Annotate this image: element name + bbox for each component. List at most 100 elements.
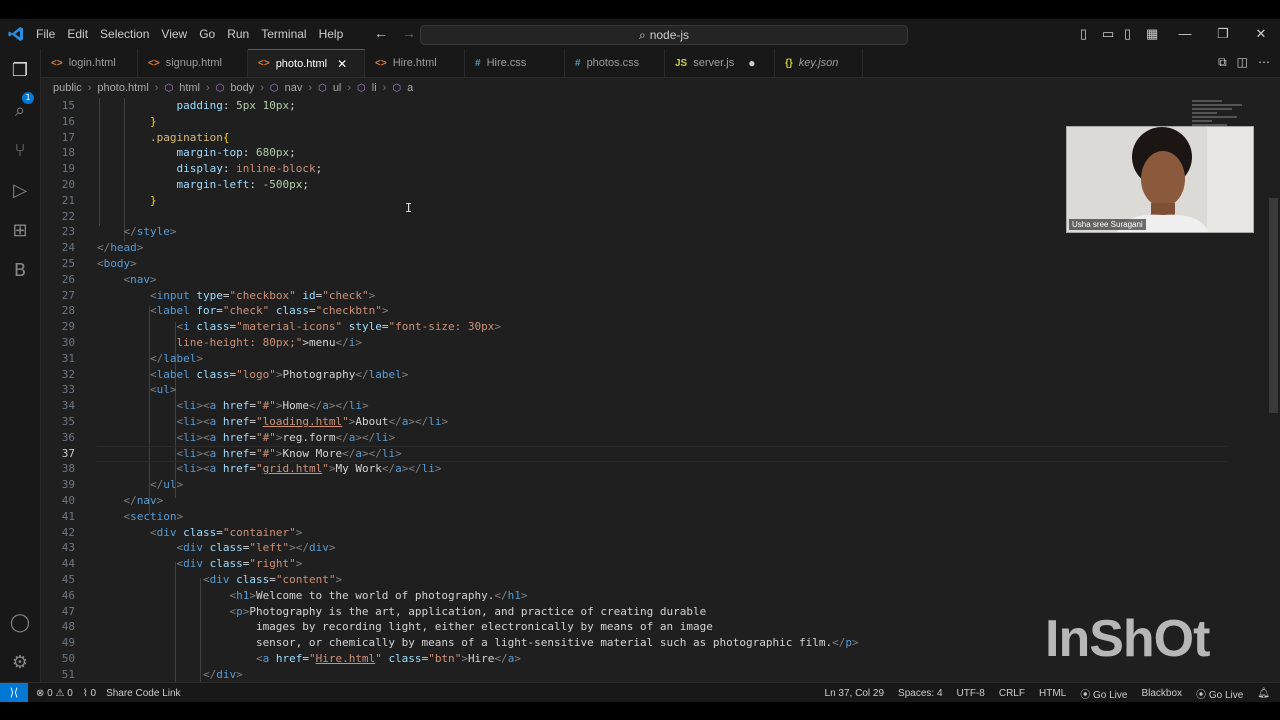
- code-line[interactable]: 39 </ul>: [41, 477, 1231, 493]
- menu-item-terminal[interactable]: Terminal: [255, 27, 312, 41]
- tab-photo-html[interactable]: <> photo.html ✕: [248, 49, 365, 77]
- breadcrumb-item[interactable]: a: [407, 82, 413, 94]
- menu-item-view[interactable]: View: [155, 27, 193, 41]
- menu-item-go[interactable]: Go: [193, 27, 221, 41]
- code-line[interactable]: 44 <div class="right">: [41, 556, 1231, 572]
- code-line[interactable]: 36 <li><a href="#">reg.form</a></li>: [41, 430, 1231, 446]
- breadcrumb-item[interactable]: li: [372, 82, 377, 94]
- minimize-icon[interactable]: —: [1166, 19, 1204, 49]
- code-line[interactable]: 32 <label class="logo">Photography</labe…: [41, 367, 1231, 383]
- code-line[interactable]: 22: [41, 209, 1231, 225]
- code-line[interactable]: 24 </head>: [41, 240, 1231, 256]
- blackbox-icon[interactable]: B: [8, 259, 32, 283]
- encoding[interactable]: UTF-8: [957, 688, 985, 699]
- editor-scrollbar[interactable]: [1267, 98, 1280, 690]
- problems-status[interactable]: ⊗ 0 ⚠ 0: [36, 688, 73, 699]
- line-number: 46: [61, 588, 75, 602]
- code-line[interactable]: 26 <nav>: [41, 272, 1231, 288]
- code-line[interactable]: 23 </style>: [41, 224, 1231, 240]
- go-live-button[interactable]: ⦿ Go Live: [1080, 686, 1127, 701]
- code-line[interactable]: 33 <ul>: [41, 382, 1231, 398]
- code-line[interactable]: 28 <label for="check" class="checkbtn">: [41, 303, 1231, 319]
- menu-item-file[interactable]: File: [30, 27, 61, 41]
- tab-key-json[interactable]: {} key.json: [775, 49, 863, 77]
- code-line[interactable]: 51 </div>: [41, 667, 1231, 683]
- line-endings[interactable]: CRLF: [999, 688, 1025, 699]
- language-mode[interactable]: HTML: [1039, 688, 1066, 699]
- menu-item-help[interactable]: Help: [313, 27, 350, 41]
- source-control-icon[interactable]: ⑂: [8, 139, 32, 163]
- toggle-panel-icon[interactable]: ▭: [1102, 26, 1116, 41]
- code-line[interactable]: 21 }: [41, 193, 1231, 209]
- notifications-bell-icon[interactable]: 🔔︎: [1257, 688, 1270, 699]
- share-code-link[interactable]: Share Code Link: [106, 688, 181, 699]
- code-line[interactable]: 19 display: inline-block;: [41, 161, 1231, 177]
- breadcrumb-item[interactable]: public: [53, 82, 82, 94]
- explorer-icon[interactable]: ❐: [8, 59, 32, 83]
- code-line[interactable]: 25 <body>: [41, 256, 1231, 272]
- code-text: </style>: [123, 225, 177, 239]
- menu-item-run[interactable]: Run: [221, 27, 255, 41]
- tab-hire-html[interactable]: <> Hire.html: [365, 49, 465, 77]
- split-editor-icon[interactable]: ◫: [1237, 55, 1248, 70]
- tab-login-html[interactable]: <> login.html: [41, 49, 138, 77]
- line-number: 35: [61, 415, 75, 428]
- code-line[interactable]: 45 <div class="content">: [41, 572, 1231, 588]
- code-line[interactable]: 29 <i class="material-icons" style="font…: [41, 319, 1231, 335]
- unsaved-dot-icon[interactable]: ●: [748, 56, 755, 70]
- blackbox-status[interactable]: Blackbox: [1141, 688, 1182, 699]
- tab-photos-css[interactable]: # photos.css: [565, 49, 665, 77]
- webcam-name-label: Usha sree Suragani: [1069, 219, 1146, 230]
- code-line[interactable]: 15 padding: 5px 10px;: [41, 98, 1231, 114]
- code-line[interactable]: 31 </label>: [41, 351, 1231, 367]
- command-center-search[interactable]: ⌕ node-js: [420, 25, 908, 45]
- code-line[interactable]: 41 <section>: [41, 509, 1231, 525]
- scrollbar-thumb[interactable]: [1269, 198, 1278, 413]
- indentation[interactable]: Spaces: 4: [898, 688, 942, 699]
- open-preview-icon[interactable]: ⧉: [1218, 55, 1227, 70]
- code-line[interactable]: 35 <li><a href="loading.html">About</a><…: [41, 414, 1231, 430]
- code-line[interactable]: 42 <div class="container">: [41, 525, 1231, 541]
- restore-icon[interactable]: ❐: [1204, 19, 1242, 49]
- cursor-position[interactable]: Ln 37, Col 29: [825, 688, 885, 699]
- back-arrow-icon[interactable]: ←: [374, 25, 388, 41]
- close-tab-icon[interactable]: ✕: [337, 57, 347, 71]
- code-line[interactable]: 34 <li><a href="#">Home</a></li>: [41, 398, 1231, 414]
- tab-hire-css[interactable]: # Hire.css: [465, 49, 565, 77]
- tab-signup-html[interactable]: <> signup.html: [138, 49, 248, 77]
- account-icon[interactable]: ◯: [8, 611, 32, 635]
- forward-arrow-icon[interactable]: →: [402, 25, 416, 41]
- ports-status[interactable]: ⌇ 0: [83, 688, 96, 699]
- tab-server-js[interactable]: JS server.js ●: [665, 49, 775, 77]
- line-number: 47: [61, 604, 75, 618]
- customize-layout-icon[interactable]: ▦: [1146, 26, 1160, 41]
- run-debug-icon[interactable]: ▷: [8, 179, 32, 203]
- menu-item-selection[interactable]: Selection: [94, 27, 155, 41]
- code-line[interactable]: 18 margin-top: 680px;: [41, 145, 1231, 161]
- remote-indicator-icon[interactable]: ⟩⟨: [0, 683, 28, 702]
- code-line[interactable]: 27 <input type="checkbox" id="check">: [41, 288, 1231, 304]
- code-line[interactable]: 46 <h1>Welcome to the world of photograp…: [41, 588, 1231, 604]
- code-line[interactable]: 30 line-height: 80px;">menu</i>: [41, 335, 1231, 351]
- toggle-secondary-sidebar-icon[interactable]: ▯: [1124, 26, 1138, 41]
- breadcrumb-item[interactable]: body: [230, 82, 254, 94]
- go-live-button-2[interactable]: ⦿ Go Live: [1196, 686, 1243, 701]
- extensions-icon[interactable]: ⊞: [8, 219, 32, 243]
- code-line[interactable]: 16 }: [41, 114, 1231, 130]
- search-icon[interactable]: ⌕: [8, 99, 32, 123]
- code-line[interactable]: 17 .pagination{: [41, 130, 1231, 146]
- code-line[interactable]: 20 margin-left: -500px;: [41, 177, 1231, 193]
- breadcrumb-item[interactable]: photo.html: [97, 82, 148, 94]
- close-window-icon[interactable]: ✕: [1242, 19, 1280, 49]
- code-line[interactable]: 37 <li><a href="#">Know More</a></li>: [41, 445, 1231, 462]
- code-line[interactable]: 38 <li><a href="grid.html">My Work</a></…: [41, 461, 1231, 477]
- code-line[interactable]: 40 </nav>: [41, 493, 1231, 509]
- code-line[interactable]: 43 <div class="left"></div>: [41, 540, 1231, 556]
- settings-gear-icon[interactable]: ⚙: [8, 651, 32, 675]
- breadcrumb-item[interactable]: ul: [333, 82, 342, 94]
- breadcrumb-item[interactable]: html: [179, 82, 200, 94]
- more-actions-icon[interactable]: ⋯: [1258, 55, 1270, 70]
- toggle-sidebar-icon[interactable]: ▯: [1080, 26, 1094, 41]
- menu-item-edit[interactable]: Edit: [61, 27, 94, 41]
- breadcrumb-item[interactable]: nav: [285, 82, 303, 94]
